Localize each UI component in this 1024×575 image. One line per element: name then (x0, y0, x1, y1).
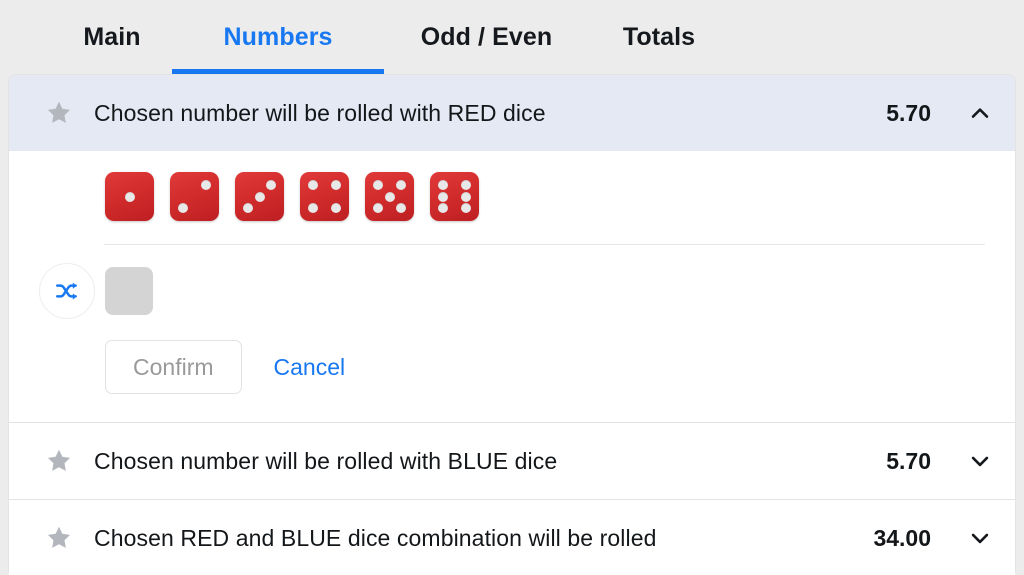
chevron-up-icon[interactable] (967, 100, 993, 126)
tab-main-label: Main (83, 22, 141, 51)
action-row: Confirm Cancel (9, 319, 1015, 422)
die-pip (201, 180, 211, 190)
market-odds[interactable]: 5.70 (886, 100, 931, 127)
red-die-3[interactable] (235, 172, 284, 221)
die-pip (178, 203, 188, 213)
die-pip (438, 191, 448, 202)
tab-numbers[interactable]: Numbers (172, 0, 384, 74)
die-pip (373, 180, 383, 190)
tab-totals-label: Totals (622, 22, 696, 51)
market-title: Chosen number will be rolled with RED di… (94, 99, 546, 126)
die-pip (396, 180, 406, 190)
die-pip (308, 203, 318, 213)
market-header-blue-dice[interactable]: Chosen number will be rolled with BLUE d… (9, 423, 1015, 499)
die-pip (254, 191, 265, 202)
die-pip (384, 191, 395, 202)
die-pip (396, 203, 406, 213)
market-card-red-dice: Chosen number will be rolled with RED di… (8, 74, 1016, 422)
cancel-button-label: Cancel (273, 353, 346, 380)
red-die-4[interactable] (300, 172, 349, 221)
tab-numbers-label: Numbers (223, 22, 333, 51)
die-pip (438, 180, 448, 190)
die-pip (331, 180, 341, 190)
selection-row (9, 245, 1015, 319)
tab-main[interactable]: Main (52, 0, 172, 74)
red-die-5[interactable] (365, 172, 414, 221)
market-card-blue-dice: Chosen number will be rolled with BLUE d… (8, 422, 1016, 499)
market-tabs: Main Numbers Odd / Even Totals (0, 0, 1024, 74)
die-pip (461, 191, 471, 202)
shuffle-button[interactable] (39, 263, 95, 319)
market-title: Chosen number will be rolled with BLUE d… (94, 447, 558, 474)
chevron-down-icon[interactable] (967, 525, 993, 551)
confirm-button[interactable]: Confirm (105, 340, 242, 394)
die-pip (373, 203, 383, 213)
die-pip (308, 180, 318, 190)
shuffle-icon (54, 278, 80, 304)
star-icon[interactable] (45, 99, 73, 127)
tab-odd-even-label: Odd / Even (420, 22, 553, 51)
die-pip (461, 203, 471, 213)
market-title: Chosen RED and BLUE dice combination wil… (94, 524, 657, 551)
cancel-button[interactable]: Cancel (274, 354, 346, 381)
red-die-6[interactable] (430, 172, 479, 221)
market-body-red-dice: Confirm Cancel (9, 151, 1015, 422)
chosen-number-slot[interactable] (105, 267, 153, 315)
die-pip (461, 180, 471, 190)
market-list: Chosen number will be rolled with RED di… (8, 74, 1016, 575)
market-header-red-blue-combination[interactable]: Chosen RED and BLUE dice combination wil… (9, 500, 1015, 575)
market-odds[interactable]: 5.70 (886, 448, 931, 475)
app-screen: Main Numbers Odd / Even Totals Chosen nu… (0, 0, 1024, 575)
tab-totals[interactable]: Totals (589, 0, 729, 74)
die-pip (243, 203, 253, 213)
star-icon[interactable] (45, 447, 73, 475)
die-pip (438, 203, 448, 213)
star-icon[interactable] (45, 524, 73, 552)
chevron-down-icon[interactable] (967, 448, 993, 474)
red-die-2[interactable] (170, 172, 219, 221)
die-pip (266, 180, 276, 190)
die-pip (124, 191, 135, 202)
market-odds[interactable]: 34.00 (873, 525, 931, 552)
market-card-red-blue-combination: Chosen RED and BLUE dice combination wil… (8, 499, 1016, 575)
dice-selector-row (9, 151, 1015, 221)
market-header-red-dice[interactable]: Chosen number will be rolled with RED di… (9, 75, 1015, 151)
die-pip (331, 203, 341, 213)
tab-odd-even[interactable]: Odd / Even (384, 0, 589, 74)
red-die-1[interactable] (105, 172, 154, 221)
confirm-button-label: Confirm (133, 353, 214, 380)
